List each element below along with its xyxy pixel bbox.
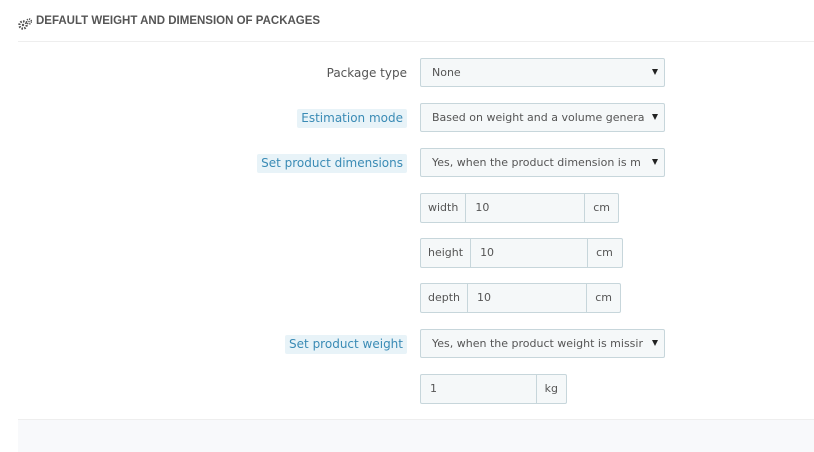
width-row: width 10 cm	[0, 193, 814, 223]
weight-row: 1 kg	[0, 374, 814, 404]
depth-prefix: depth	[421, 284, 469, 312]
height-row: height 10 cm	[0, 238, 814, 268]
weight-unit: kg	[535, 375, 566, 403]
set-product-dimensions-value: Yes, when the product dimension is m	[432, 156, 641, 169]
set-product-dimensions-select[interactable]: Yes, when the product dimension is m	[420, 148, 665, 177]
panel-heading: DEFAULT WEIGHT AND DIMENSION OF PACKAGES	[18, 0, 814, 42]
package-type-select[interactable]: None	[420, 58, 665, 87]
caret-down-icon	[652, 340, 658, 346]
set-product-weight-select[interactable]: Yes, when the product weight is missir	[420, 329, 665, 358]
depth-unit: cm	[586, 284, 620, 312]
depth-input[interactable]: 10	[468, 284, 586, 312]
width-input-group: width 10 cm	[420, 193, 619, 223]
caret-down-icon	[652, 114, 658, 120]
width-unit: cm	[584, 194, 618, 222]
panel-footer	[18, 419, 814, 452]
weight-input[interactable]: 1	[421, 375, 536, 403]
weight-input-group: 1 kg	[420, 374, 567, 404]
estimation-mode-select[interactable]: Based on weight and a volume genera	[420, 103, 665, 132]
depth-row: depth 10 cm	[0, 283, 814, 313]
set-product-weight-value: Yes, when the product weight is missir	[432, 337, 643, 350]
estimation-mode-label: Estimation mode	[297, 109, 407, 128]
set-product-dimensions-label: Set product dimensions	[257, 154, 407, 173]
height-input-group: height 10 cm	[420, 238, 623, 268]
width-input[interactable]: 10	[466, 194, 584, 222]
panel-title: DEFAULT WEIGHT AND DIMENSION OF PACKAGES	[36, 14, 321, 27]
package-type-value: None	[432, 66, 461, 79]
width-prefix: width	[421, 194, 467, 222]
set-product-weight-row: Set product weight Yes, when the product…	[0, 329, 814, 359]
depth-input-group: depth 10 cm	[420, 283, 621, 313]
estimation-mode-value: Based on weight and a volume genera	[432, 111, 645, 124]
package-type-label: Package type	[326, 66, 407, 80]
set-product-dimensions-row: Set product dimensions Yes, when the pro…	[0, 148, 814, 178]
cogs-icon	[18, 15, 33, 30]
height-prefix: height	[421, 239, 472, 267]
estimation-mode-row: Estimation mode Based on weight and a vo…	[0, 103, 814, 133]
package-type-row: Package type None	[0, 58, 814, 88]
caret-down-icon	[652, 159, 658, 165]
set-product-weight-label: Set product weight	[285, 335, 407, 354]
caret-down-icon	[652, 69, 658, 75]
height-unit: cm	[587, 239, 621, 267]
height-input[interactable]: 10	[471, 239, 587, 267]
